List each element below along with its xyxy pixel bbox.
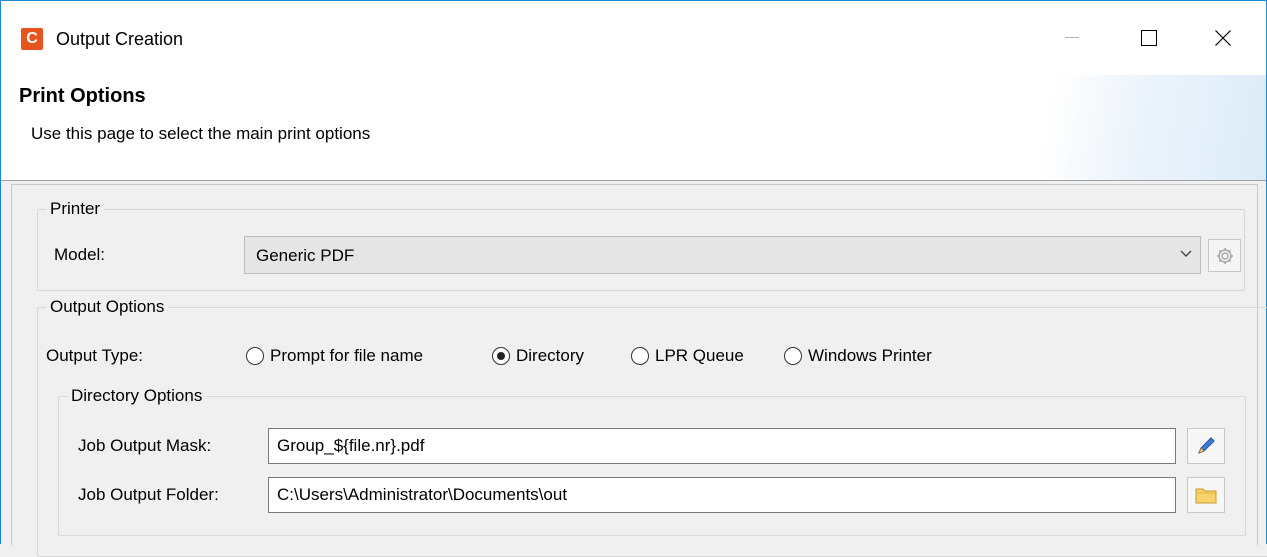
output-creation-window: C Output Creation Print Options Use this… <box>0 0 1267 557</box>
chevron-down-icon <box>1180 250 1192 257</box>
folder-icon <box>1195 488 1217 504</box>
radio-label: Prompt for file name <box>270 346 424 365</box>
radio-label: Directory <box>516 346 585 365</box>
title-bar: C Output Creation <box>1 1 1266 75</box>
job-output-mask-label: Job Output Mask: <box>78 436 212 455</box>
radio-windows-printer[interactable]: Windows Printer <box>784 345 932 367</box>
printer-group-legend: Printer <box>50 199 101 218</box>
maximize-icon <box>1141 30 1157 46</box>
close-icon <box>1215 30 1231 46</box>
radio-lpr-queue[interactable]: LPR Queue <box>631 345 744 367</box>
job-output-mask-input[interactable]: Group_${file.nr}.pdf <box>268 428 1176 464</box>
radio-indicator <box>246 347 264 365</box>
app-logo-icon: C <box>21 28 43 50</box>
radio-indicator <box>784 347 802 365</box>
printer-settings-button[interactable] <box>1208 239 1241 272</box>
model-label: Model: <box>54 245 106 264</box>
page-title: Print Options <box>19 85 146 107</box>
model-select-value: Generic PDF <box>256 246 355 265</box>
pencil-icon <box>1198 437 1215 454</box>
radio-label: Windows Printer <box>808 346 932 365</box>
close-button[interactable] <box>1200 15 1246 61</box>
output-options-legend: Output Options <box>50 297 165 316</box>
directory-options-legend: Directory Options <box>71 386 203 405</box>
radio-prompt-for-file-name[interactable]: Prompt for file name <box>246 345 423 367</box>
job-output-folder-input[interactable]: C:\Users\Administrator\Documents\out <box>268 477 1176 513</box>
job-output-folder-label: Job Output Folder: <box>78 485 219 504</box>
radio-directory[interactable]: Directory <box>492 345 584 367</box>
content-panel: Printer Model: Generic PDF Output Option… <box>11 184 1267 557</box>
radio-indicator-checked <box>492 347 510 365</box>
gear-icon <box>1216 247 1233 264</box>
radio-indicator <box>631 347 649 365</box>
page-subtitle: Use this page to select the main print o… <box>31 124 371 143</box>
header-banner: Print Options Use this page to select th… <box>1 75 1266 181</box>
maximize-button[interactable] <box>1126 15 1172 61</box>
model-select[interactable]: Generic PDF <box>244 236 1201 274</box>
edit-mask-button[interactable] <box>1187 428 1225 464</box>
minimize-icon <box>1065 37 1079 38</box>
output-type-label: Output Type: <box>46 346 144 365</box>
minimize-button[interactable] <box>1049 15 1095 61</box>
window-title: Output Creation <box>56 29 184 49</box>
radio-label: LPR Queue <box>655 346 744 365</box>
browse-folder-button[interactable] <box>1187 477 1225 513</box>
